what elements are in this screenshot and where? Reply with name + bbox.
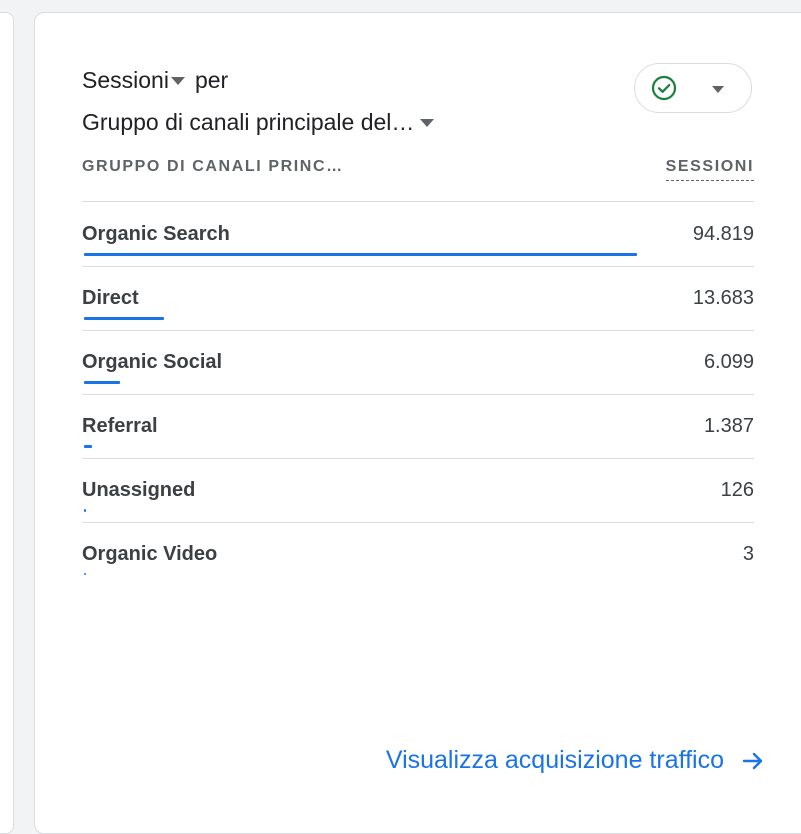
- header-divider: [82, 201, 754, 202]
- table-row: Organic Video 3: [82, 523, 754, 587]
- arrow-right-icon: [742, 752, 763, 769]
- row-label: Unassigned: [82, 479, 196, 501]
- footer-link-label: Visualizza acquisizione traffico: [385, 746, 724, 774]
- table-row: Organic Search 94.819: [82, 203, 754, 267]
- per-label: per: [194, 67, 229, 93]
- row-bar: [84, 509, 86, 512]
- view-traffic-acquisition-link[interactable]: Visualizza acquisizione traffico: [386, 746, 764, 775]
- dimension-caret-down-icon: [420, 119, 435, 127]
- table-row: Referral 1.387: [82, 395, 754, 459]
- card-title-line-1: Sessioni per: [82, 66, 228, 94]
- row-label: Referral: [82, 415, 158, 437]
- row-value: 6.099: [703, 351, 754, 373]
- row-label: Organic Social: [82, 351, 223, 373]
- row-bar: [84, 445, 92, 448]
- row-value: 3: [742, 543, 754, 565]
- row-bar: [84, 253, 637, 256]
- metric-caret-down-icon: [170, 77, 185, 85]
- row-bar: [84, 573, 86, 575]
- row-value: 126: [720, 479, 754, 501]
- card-title-line-2: Gruppo di canali principale del…: [82, 108, 435, 136]
- metric-label: Sessioni: [82, 67, 169, 93]
- row-label: Organic Search: [82, 223, 230, 245]
- row-bar: [84, 381, 120, 384]
- table-row: Unassigned 126: [82, 459, 754, 523]
- dimension-selector[interactable]: Gruppo di canali principale del…: [82, 108, 435, 136]
- chevron-down-icon: [712, 86, 724, 93]
- row-label: Organic Video: [82, 543, 218, 565]
- row-value: 13.683: [692, 287, 754, 309]
- row-value: 94.819: [692, 223, 754, 245]
- adjacent-card: [0, 12, 14, 834]
- check-circle-icon: [651, 75, 677, 101]
- column-header-sessions[interactable]: SESSIONI: [665, 158, 754, 181]
- row-label: Direct: [82, 287, 139, 309]
- row-bar: [84, 317, 164, 320]
- table-row: Organic Social 6.099: [82, 331, 754, 395]
- dimension-label: Gruppo di canali principale del…: [82, 109, 415, 135]
- data-quality-status-button[interactable]: [634, 63, 752, 113]
- table-row: Direct 13.683: [82, 267, 754, 331]
- column-header-channel: GRUPPO DI CANALI PRINC…: [82, 158, 344, 175]
- metric-selector[interactable]: Sessioni: [82, 66, 185, 94]
- row-value: 1.387: [703, 415, 754, 437]
